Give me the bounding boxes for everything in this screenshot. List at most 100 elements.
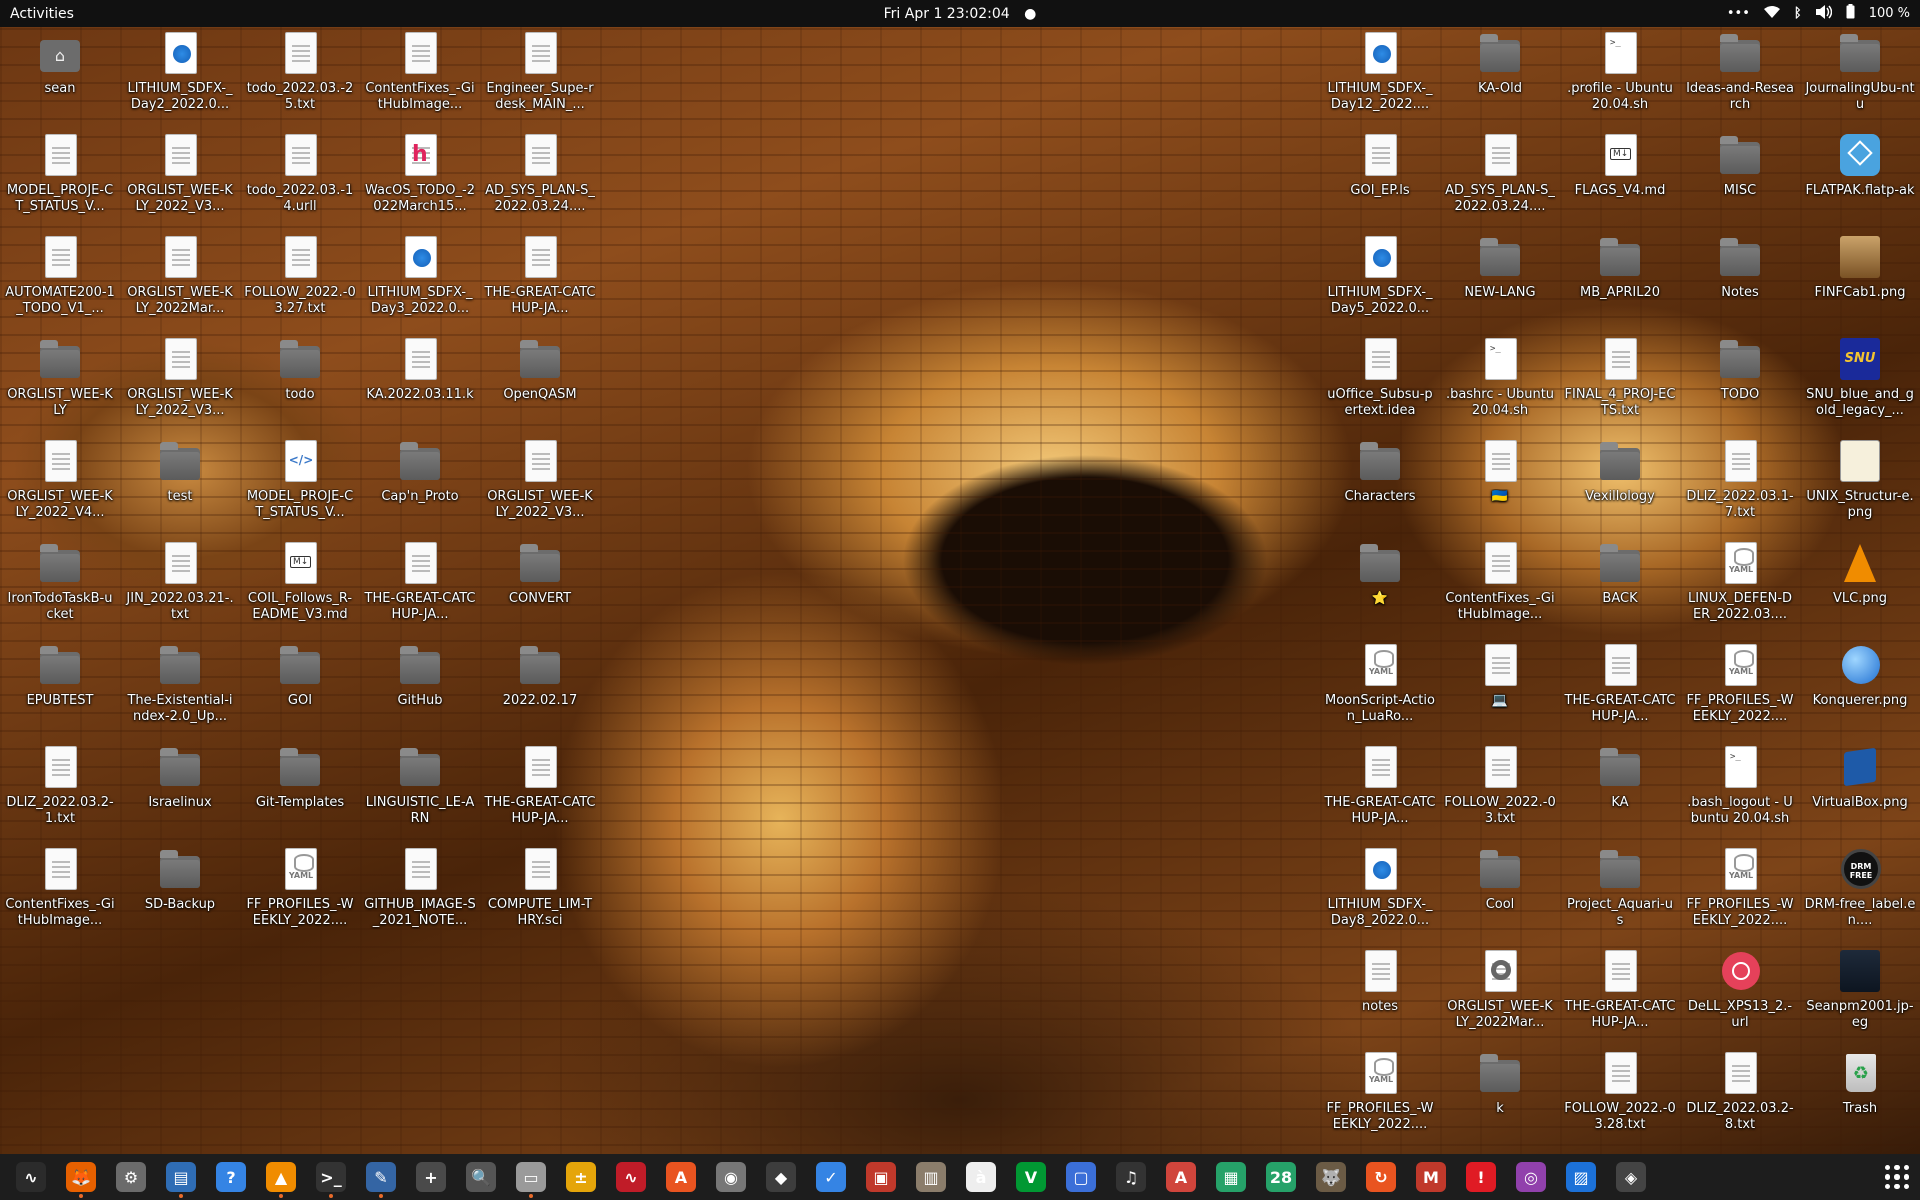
bluetooth-icon[interactable]: ᛒ <box>1794 6 1802 21</box>
desktop-icon-flatpak-flatp-ak[interactable]: FLATPAK.flatp-ak <box>1802 132 1918 232</box>
desktop-icon-journalingubu-ntu[interactable]: JournalingUbu-ntu <box>1802 30 1918 130</box>
desktop-icon-uoffice-subsu-pertext-idea[interactable]: uOffice_Subsu-pertext.idea <box>1322 336 1438 436</box>
desktop-icon-lithium-sdfx-day3-2022-0[interactable]: LITHIUM_SDFX-_Day3_2022.0... <box>362 234 478 334</box>
desktop-icon-orglist-wee-kly-2022mar[interactable]: ORGLIST_WEE-KLY_2022Mar... <box>122 234 238 334</box>
desktop-icon-ka-2022-03-11-k[interactable]: KA.2022.03.11.k <box>362 336 478 436</box>
desktop-icon-orglist-wee-kly-2022-v3[interactable]: ORGLIST_WEE-KLY_2022_V3... <box>122 132 238 232</box>
desktop-icon-misc[interactable]: MISC <box>1682 132 1798 232</box>
dock-software-icon[interactable]: A <box>656 1154 706 1200</box>
dock-inkscape-icon[interactable]: ◆ <box>756 1154 806 1200</box>
desktop-icon-moonscript-action-luaro[interactable]: YAML MoonScript-Action_LuaRo... <box>1322 642 1438 742</box>
desktop-icon-goi[interactable]: GOI <box>242 642 358 742</box>
more-icon[interactable]: ••• <box>1727 6 1750 21</box>
desktop-icon-todo[interactable]: todo <box>242 336 358 436</box>
desktop-icon-ad-sys-plan-s-2022-03-24[interactable]: AD_SYS_PLAN-S_2022.03.24.... <box>1442 132 1558 232</box>
desktop-icon-drm-free-label-en[interactable]: DRM FREE DRM-free_label.en.... <box>1802 846 1918 946</box>
dock-spreadsheet-icon[interactable]: ▦ <box>1206 1154 1256 1200</box>
desktop-icon-flags-v4-md[interactable]: FLAGS_V4.md <box>1562 132 1678 232</box>
show-applications-icon[interactable] <box>1882 1162 1912 1192</box>
desktop-icon-orglist-wee-kly-2022-v3[interactable]: ORGLIST_WEE-KLY_2022_V3... <box>122 336 238 436</box>
dock-remote-desktop-icon[interactable]: ▨ <box>1556 1154 1606 1200</box>
desktop-icon-the-great-catchup-ja[interactable]: THE-GREAT-CATCHUP-JA... <box>1562 948 1678 1048</box>
desktop-icon-ff-profiles-weekly-2022[interactable]: YAML FF_PROFILES_-WEEKLY_2022.... <box>1682 642 1798 742</box>
desktop-icon-convert[interactable]: CONVERT <box>482 540 598 640</box>
dock-pdf-viewer-icon[interactable]: A <box>1156 1154 1206 1200</box>
desktop-icon-test[interactable]: test <box>122 438 238 538</box>
desktop-icon-contentfixes-githubimage[interactable]: ContentFixes_-GitHubImage... <box>362 30 478 130</box>
desktop-icon-dliz-2022-03-1-7-txt[interactable]: DLIZ_2022.03.1-7.txt <box>1682 438 1798 538</box>
desktop-icon-unix-structur-e-png[interactable]: UNIX_Structur-e.png <box>1802 438 1918 538</box>
desktop-icon-bash-logout-ubuntu-20-04-sh[interactable]: >_ .bash_logout - Ubuntu 20.04.sh <box>1682 744 1798 844</box>
desktop-icon-orglist-wee-kly-2022-v3[interactable]: ORGLIST_WEE-KLY_2022_V3... <box>482 438 598 538</box>
desktop-icon-jin-2022-03-21-txt[interactable]: JIN_2022.03.21-.txt <box>122 540 238 640</box>
desktop-icon-epubtest[interactable]: EPUBTEST <box>2 642 118 742</box>
desktop-icon-2022-02-17[interactable]: 2022.02.17 <box>482 642 598 742</box>
dock-calendar-icon[interactable]: 28 <box>1256 1154 1306 1200</box>
desktop-icon-item[interactable]: ⭐ <box>1322 540 1438 640</box>
system-tray[interactable]: ••• ᛒ 100 % <box>1727 4 1910 23</box>
desktop-icon-notes[interactable]: notes <box>1322 948 1438 1048</box>
desktop-icon-ff-profiles-weekly-2022[interactable]: YAML FF_PROFILES_-WEEKLY_2022.... <box>242 846 358 946</box>
desktop-icon-openqasm[interactable]: OpenQASM <box>482 336 598 436</box>
dock-vlc-icon[interactable]: ▲ <box>256 1154 306 1200</box>
desktop-icon-profile-ubuntu-20-04-sh[interactable]: >_ .profile - Ubuntu 20.04.sh <box>1562 30 1678 130</box>
desktop-icon-contentfixes-githubimage[interactable]: ContentFixes_-GitHubImage... <box>1442 540 1558 640</box>
dock-gimp-icon[interactable]: 🐺 <box>1306 1154 1356 1200</box>
desktop-icon-compute-lim-thry-sci[interactable]: COMPUTE_LIM-THRY.sci <box>482 846 598 946</box>
desktop-icon-notes[interactable]: Notes <box>1682 234 1798 334</box>
desktop-icon-ideas-and-research[interactable]: Ideas-and-Research <box>1682 30 1798 130</box>
dock-system-monitor-2-icon[interactable]: ∿ <box>606 1154 656 1200</box>
desktop-icon-the-great-catchup-ja[interactable]: THE-GREAT-CATCHUP-JA... <box>1562 642 1678 742</box>
desktop-icon-konquerer-png[interactable]: Konquerer.png <box>1802 642 1918 742</box>
dock-error-reporter-icon[interactable]: ! <box>1456 1154 1506 1200</box>
desktop-icon-item[interactable]: 💻 <box>1442 642 1558 742</box>
desktop-icon-cool[interactable]: Cool <box>1442 846 1558 946</box>
volume-icon[interactable] <box>1815 4 1832 23</box>
desktop-icon-github-image-s-2021-note[interactable]: GITHUB_IMAGE-S_2021_NOTE... <box>362 846 478 946</box>
desktop-icon-linux-defen-der-2022-03[interactable]: YAML LINUX_DEFEN-DER_2022.03.... <box>1682 540 1798 640</box>
dock-cheese-icon[interactable]: ◎ <box>1506 1154 1556 1200</box>
desktop-icon-model-proje-ct-status-v[interactable]: </> MODEL_PROJE-CT_STATUS_V... <box>242 438 358 538</box>
desktop-icon-follow-2022-03-28-txt[interactable]: FOLLOW_2022.-03.28.txt <box>1562 1050 1678 1150</box>
desktop-icon-automate200-1-todo-v1[interactable]: AUTOMATE200-1_TODO_V1_... <box>2 234 118 334</box>
desktop-icon-contentfixes-githubimage[interactable]: ContentFixes_-GitHubImage... <box>2 846 118 946</box>
desktop-icon-dell-xps13-2-url[interactable]: DeLL_XPS13_2.-url <box>1682 948 1798 1048</box>
desktop-icon-the-great-catchup-ja[interactable]: THE-GREAT-CATCHUP-JA... <box>482 744 598 844</box>
desktop-icon-trash[interactable]: ♻ Trash <box>1802 1050 1918 1150</box>
desktop-icon-irontodotaskb-ucket[interactable]: IronTodoTaskB-ucket <box>2 540 118 640</box>
dock-archive-manager-icon[interactable]: ▥ <box>906 1154 956 1200</box>
desktop-icon-todo-2022-03-25-txt[interactable]: todo_2022.03.-25.txt <box>242 30 358 130</box>
desktop-icon-lithium-sdfx-day2-2022-0[interactable]: LITHIUM_SDFX-_Day2_2022.0... <box>122 30 238 130</box>
dock-terminal-icon[interactable]: >_ <box>306 1154 356 1200</box>
desktop-icon-git-templates[interactable]: Git-Templates <box>242 744 358 844</box>
desktop-icon-model-proje-ct-status-v[interactable]: MODEL_PROJE-CT_STATUS_V... <box>2 132 118 232</box>
desktop-icon-follow-2022-03-txt[interactable]: FOLLOW_2022.-03.txt <box>1442 744 1558 844</box>
dock-vim-icon[interactable]: V <box>1006 1154 1056 1200</box>
dock-music-icon[interactable]: ♫ <box>1106 1154 1156 1200</box>
dock-workspaces-icon[interactable]: ▢ <box>1056 1154 1106 1200</box>
desktop-icon-lithium-sdfx-day12-2022[interactable]: LITHIUM_SDFX-_Day12_2022.... <box>1322 30 1438 130</box>
desktop-icon-goi-ep-ls[interactable]: GOI_EP.ls <box>1322 132 1438 232</box>
desktop-icon-ff-profiles-weekly-2022[interactable]: YAML FF_PROFILES_-WEEKLY_2022.... <box>1682 846 1798 946</box>
desktop-icon-ka-old[interactable]: KA-Old <box>1442 30 1558 130</box>
desktop-icon-orglist-wee-kly-2022-v4[interactable]: ORGLIST_WEE-KLY_2022_V4... <box>2 438 118 538</box>
desktop-icon-snu-blue-and-gold-legacy[interactable]: SNU SNU_blue_and_gold_legacy_... <box>1802 336 1918 436</box>
desktop-icon-the-great-catchup-ja[interactable]: THE-GREAT-CATCHUP-JA... <box>1322 744 1438 844</box>
desktop-icon-item[interactable]: 🇺🇦 <box>1442 438 1558 538</box>
desktop-icon-linguistic-le-arn[interactable]: LINGUISTIC_LE-ARN <box>362 744 478 844</box>
desktop-icon-vlc-png[interactable]: VLC.png <box>1802 540 1918 640</box>
desktop-icon-sean[interactable]: ⌂ sean <box>2 30 118 130</box>
desktop-icon-mb-april20[interactable]: MB_APRIL20 <box>1562 234 1678 334</box>
desktop-icon-seanpm2001-jp-eg[interactable]: Seanpm2001.jp-eg <box>1802 948 1918 1048</box>
activities-button[interactable]: Activities <box>10 6 74 22</box>
desktop-icon-cap-n-proto[interactable]: Cap'n_Proto <box>362 438 478 538</box>
desktop-icon-characters[interactable]: Characters <box>1322 438 1438 538</box>
dock-update-manager-icon[interactable]: ↻ <box>1356 1154 1406 1200</box>
dock-system-monitor-icon[interactable]: ∿ <box>6 1154 56 1200</box>
desktop-icon-ka[interactable]: KA <box>1562 744 1678 844</box>
dock-image-viewer-icon[interactable]: 🔍 <box>456 1154 506 1200</box>
dock-inkscape-2-icon[interactable]: ◈ <box>1606 1154 1656 1200</box>
desktop-icon-dliz-2022-03-2-8-txt[interactable]: DLIZ_2022.03.2-8.txt <box>1682 1050 1798 1150</box>
dock-screenshot-icon[interactable]: ▣ <box>856 1154 906 1200</box>
desktop-icon-orglist-wee-kly[interactable]: ORGLIST_WEE-KLY <box>2 336 118 436</box>
